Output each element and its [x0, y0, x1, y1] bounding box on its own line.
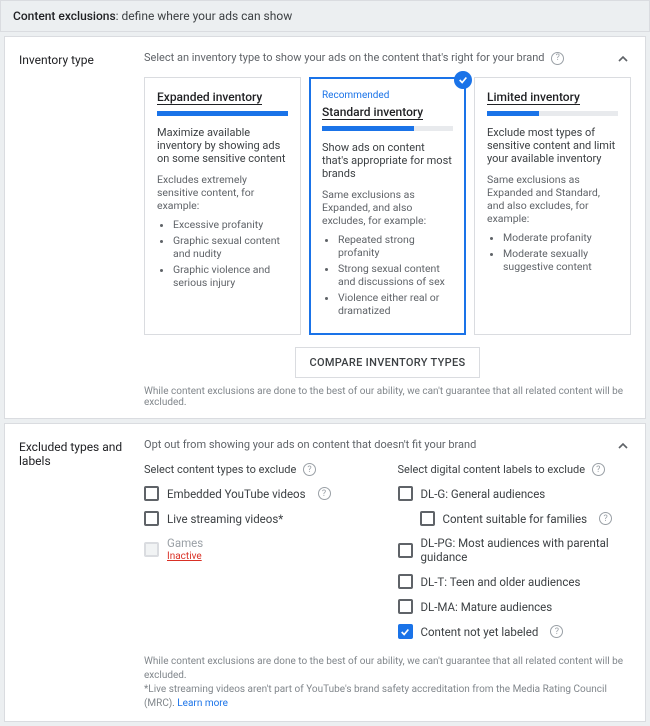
- checkbox-icon: [420, 511, 435, 526]
- help-icon[interactable]: ?: [550, 625, 563, 638]
- checkbox-not-yet-labeled[interactable]: Content not yet labeled ?: [398, 624, 632, 639]
- help-icon[interactable]: ?: [551, 52, 564, 65]
- excluded-disclaimer: While content exclusions are done to the…: [144, 655, 631, 711]
- checkbox-families[interactable]: Content suitable for families ?: [398, 511, 632, 526]
- checkbox-icon: [398, 574, 413, 589]
- collapse-button[interactable]: [611, 434, 635, 458]
- inventory-type-panel: Inventory type Select an inventory type …: [4, 36, 646, 419]
- card-desc: Show ads on content that's appropriate f…: [322, 141, 453, 180]
- card-title: Standard inventory: [322, 105, 423, 120]
- checkbox-live-streaming[interactable]: Live streaming videos*: [144, 511, 378, 526]
- collapse-button[interactable]: [611, 47, 635, 71]
- inactive-link[interactable]: Inactive: [167, 551, 203, 562]
- inventory-card-expanded[interactable]: Expanded inventory Maximize available in…: [144, 77, 301, 335]
- content-labels-column: Select digital content labels to exclude…: [398, 463, 632, 650]
- card-bullets: Repeated strong profanity Strong sexual …: [322, 233, 453, 317]
- checkbox-dl-g[interactable]: DL-G: General audiences: [398, 486, 632, 501]
- excluded-types-label: Excluded types and labels: [19, 438, 144, 712]
- checkbox-dl-t[interactable]: DL-T: Teen and older audiences: [398, 574, 632, 589]
- card-desc: Maximize available inventory by showing …: [157, 126, 288, 165]
- checkbox-icon: [144, 486, 159, 501]
- compare-inventory-button[interactable]: COMPARE INVENTORY TYPES: [295, 347, 481, 378]
- card-bullets: Excessive profanity Graphic sexual conte…: [157, 218, 288, 289]
- learn-more-link[interactable]: Learn more: [177, 698, 228, 709]
- inventory-meter: [322, 126, 453, 131]
- content-exclusions-header: Content exclusions: define where your ad…: [0, 0, 650, 32]
- card-title: Limited inventory: [487, 90, 580, 105]
- help-icon[interactable]: ?: [592, 463, 605, 476]
- checkbox-games: Games Inactive: [144, 536, 378, 562]
- card-sub: Excludes extremely sensitive content, fo…: [157, 173, 288, 212]
- help-icon[interactable]: ?: [318, 487, 331, 500]
- card-desc: Exclude most types of sensitive content …: [487, 126, 618, 165]
- content-labels-heading: Select digital content labels to exclude: [398, 463, 586, 476]
- card-sub: Same exclusions as Expanded, and also ex…: [322, 188, 453, 227]
- inventory-type-label: Inventory type: [19, 51, 144, 408]
- content-types-column: Select content types to exclude ? Embedd…: [144, 463, 378, 650]
- card-title: Expanded inventory: [157, 90, 262, 105]
- inventory-card-standard[interactable]: Recommended Standard inventory Show ads …: [309, 77, 466, 335]
- checkbox-embedded-youtube[interactable]: Embedded YouTube videos ?: [144, 486, 378, 501]
- help-icon[interactable]: ?: [599, 512, 612, 525]
- checkbox-icon: [398, 486, 413, 501]
- checkbox-icon: [398, 624, 413, 639]
- inventory-card-limited[interactable]: Limited inventory Exclude most types of …: [474, 77, 631, 335]
- checkbox-icon: [398, 599, 413, 614]
- inventory-cards: Expanded inventory Maximize available in…: [144, 77, 631, 335]
- excluded-subtitle: Opt out from showing your ads on content…: [144, 438, 631, 451]
- excluded-types-panel: Excluded types and labels Opt out from s…: [4, 423, 646, 723]
- check-badge-icon: [454, 71, 472, 89]
- checkbox-dl-pg[interactable]: DL-PG: Most audiences with parental guid…: [398, 536, 632, 564]
- inventory-subtitle: Select an inventory type to show your ad…: [144, 51, 631, 65]
- checkbox-icon: [144, 511, 159, 526]
- checkbox-dl-ma[interactable]: DL-MA: Mature audiences: [398, 599, 632, 614]
- inventory-disclaimer: While content exclusions are done to the…: [144, 386, 631, 408]
- chevron-up-icon: [615, 51, 631, 67]
- help-icon[interactable]: ?: [303, 463, 316, 476]
- inventory-meter: [157, 111, 288, 116]
- inventory-meter: [487, 111, 618, 116]
- chevron-up-icon: [615, 438, 631, 454]
- checkbox-icon: [398, 543, 413, 558]
- checkbox-icon: [144, 542, 159, 557]
- recommended-label: Recommended: [322, 90, 453, 101]
- card-bullets: Moderate profanity Moderate sexually sug…: [487, 231, 618, 273]
- card-sub: Same exclusions as Expanded and Standard…: [487, 173, 618, 225]
- content-types-heading: Select content types to exclude: [144, 463, 296, 476]
